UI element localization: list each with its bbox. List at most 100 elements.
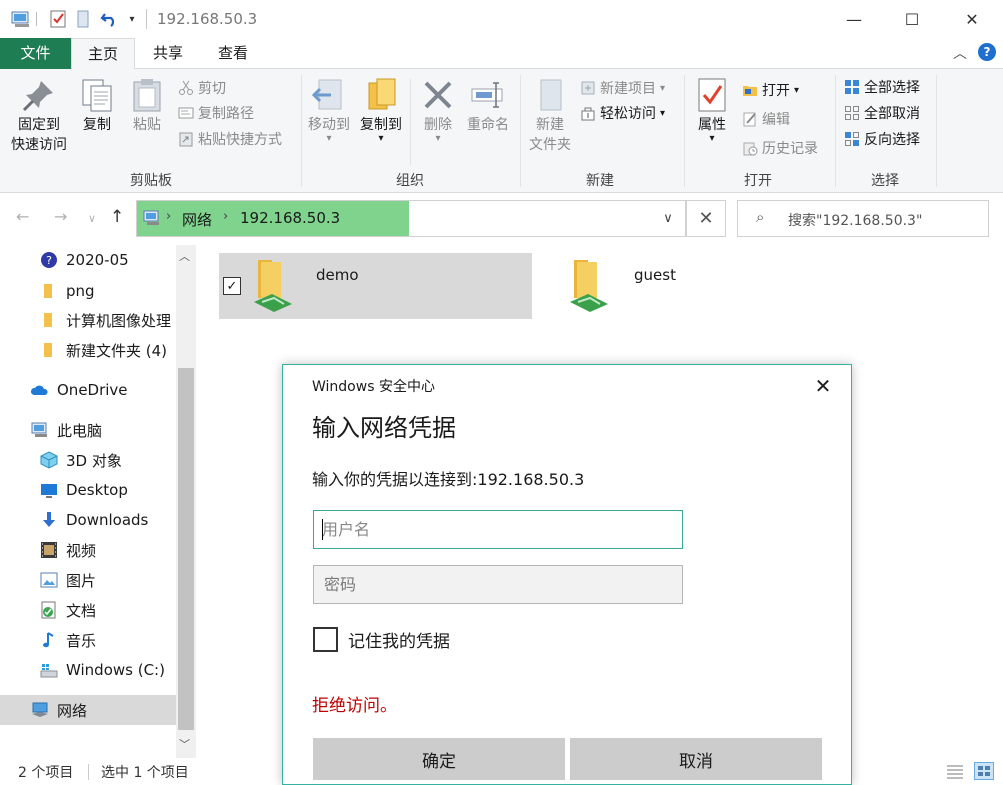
nav-item-network[interactable]: 网络 (0, 695, 176, 725)
ok-button[interactable]: 确定 (313, 738, 565, 780)
properties-icon (694, 77, 730, 113)
drive-icon (40, 661, 58, 679)
nav-item-2020-05[interactable]: ? 2020-05 (0, 245, 176, 275)
explorer-app-icon[interactable] (10, 9, 32, 29)
paste-shortcut-button[interactable]: 粘贴快捷方式 (178, 128, 282, 150)
desktop-icon (40, 481, 58, 499)
history-button[interactable]: 历史记录 (742, 137, 818, 159)
nav-item-downloads[interactable]: Downloads (0, 505, 176, 535)
delete-button[interactable]: 删除 ▾ (417, 77, 459, 144)
nav-item-windows-c[interactable]: Windows (C:) (0, 655, 176, 685)
open-label: 打开 (762, 83, 790, 99)
copy-to-button[interactable]: 复制到 ▾ (356, 77, 406, 144)
select-all-button[interactable]: 全部选择 (844, 76, 920, 98)
cancel-button[interactable]: 取消 (570, 738, 822, 780)
scroll-down-icon[interactable]: ﹀ (179, 736, 190, 752)
forward-arrow-icon[interactable]: → (54, 207, 67, 226)
new-folder-icon (532, 77, 568, 113)
back-arrow-icon[interactable]: ← (16, 207, 29, 226)
username-field[interactable] (313, 510, 683, 549)
nav-item-label: 网络 (57, 701, 88, 720)
scroll-up-icon[interactable]: ︿ (179, 248, 190, 264)
dialog-close-icon[interactable]: ✕ (808, 372, 838, 400)
group-separator (936, 75, 937, 187)
nav-item-new-folder-4[interactable]: 新建文件夹 (4) (0, 335, 176, 365)
item-label-guest[interactable]: guest (634, 266, 676, 284)
large-icons-view-icon[interactable] (974, 762, 994, 780)
pin-quick-access-button[interactable]: 固定到 快速访问 (6, 77, 72, 155)
select-none-icon (844, 105, 860, 121)
nav-item-label: 音乐 (66, 631, 97, 650)
address-clear-icon[interactable]: ✕ (686, 200, 726, 237)
text-caret (322, 519, 323, 540)
properties-quick-icon[interactable] (48, 9, 68, 29)
ribbon: 固定到 快速访问 复制 粘贴 剪切 复制路径 粘贴快捷方式 剪贴板 移动到 ▾ (0, 69, 1003, 193)
close-button[interactable]: ✕ (949, 0, 995, 38)
properties-button[interactable]: 属性 ▾ (690, 77, 734, 144)
nav-item-3d-objects[interactable]: 3D 对象 (0, 445, 176, 475)
nav-item-png[interactable]: png (0, 276, 176, 306)
rename-button[interactable]: 重命名 (463, 77, 513, 135)
search-box[interactable]: ⌕ 搜索"192.168.50.3" (737, 200, 989, 237)
nav-item-onedrive[interactable]: OneDrive (0, 375, 176, 405)
access-denied-error: 拒绝访问。 (312, 696, 397, 716)
nav-item-documents[interactable]: 文档 (0, 595, 176, 625)
copy-path-button[interactable]: 复制路径 (178, 102, 254, 124)
video-icon (40, 541, 58, 559)
maximize-button[interactable]: ☐ (889, 0, 935, 38)
new-folder-button[interactable]: 新建 文件夹 (525, 77, 575, 155)
breadcrumb-separator-icon: › (166, 209, 172, 224)
copy-button[interactable]: 复制 (76, 77, 118, 135)
edit-label: 编辑 (762, 112, 790, 128)
address-dropdown-icon[interactable]: ∨ (650, 200, 686, 237)
item-label-demo[interactable]: demo (316, 266, 359, 284)
select-none-button[interactable]: 全部取消 (844, 102, 920, 124)
easy-access-label: 轻松访问 (600, 106, 656, 122)
nav-item-videos[interactable]: 视频 (0, 535, 176, 565)
details-view-icon[interactable] (946, 763, 964, 779)
copy-path-label: 复制路径 (198, 106, 254, 122)
easy-access-button[interactable]: 轻松访问 ▾ (580, 102, 665, 124)
nav-item-music[interactable]: 音乐 (0, 625, 176, 655)
nav-item-label: 3D 对象 (66, 451, 122, 470)
new-item-button[interactable]: 新建项目 ▾ (580, 77, 665, 99)
tab-view[interactable]: 查看 (200, 38, 266, 69)
network-location-icon (142, 210, 162, 226)
cut-button[interactable]: 剪切 (178, 77, 226, 99)
item-checkbox[interactable]: ✓ (223, 277, 241, 295)
breadcrumb-network[interactable]: 网络 (182, 209, 212, 230)
nav-item-this-pc[interactable]: 此电脑 (0, 415, 176, 445)
edit-button[interactable]: 编辑 (742, 108, 790, 130)
delete-label: 删除 (424, 117, 452, 133)
music-icon (40, 631, 58, 649)
remember-credentials-checkbox[interactable] (313, 627, 338, 652)
recent-locations-icon[interactable]: ∨ (88, 212, 96, 225)
move-to-label: 移动到 (308, 117, 350, 133)
new-folder-label-2: 文件夹 (529, 137, 571, 153)
open-folder-icon (742, 82, 758, 98)
password-field[interactable] (313, 565, 683, 604)
scissors-icon (178, 80, 194, 96)
remember-credentials-label[interactable]: 记住我的凭据 (348, 627, 450, 652)
nav-item-image-processing[interactable]: 计算机图像处理 (0, 305, 176, 335)
help-icon[interactable]: ? (978, 43, 996, 61)
paste-button[interactable]: 粘贴 (126, 77, 168, 135)
tab-share[interactable]: 共享 (138, 38, 198, 69)
customize-toolbar-icon[interactable]: ▾ (125, 9, 139, 29)
move-to-button[interactable]: 移动到 ▾ (306, 77, 352, 144)
nav-scrollbar-thumb[interactable] (178, 368, 194, 730)
tab-home[interactable]: 主页 (71, 38, 135, 70)
nav-item-desktop[interactable]: Desktop (0, 475, 176, 505)
cloud-icon (31, 381, 49, 399)
collapse-ribbon-icon[interactable]: ︿ (953, 43, 967, 63)
tab-file[interactable]: 文件 (0, 38, 71, 69)
invert-selection-button[interactable]: 反向选择 (844, 128, 920, 150)
breadcrumb-host[interactable]: 192.168.50.3 (240, 209, 340, 227)
undo-icon[interactable] (99, 9, 119, 29)
open-button[interactable]: 打开 ▾ (742, 79, 799, 101)
minimize-button[interactable]: — (831, 0, 877, 38)
nav-item-pictures[interactable]: 图片 (0, 565, 176, 595)
up-arrow-icon[interactable]: ↑ (110, 207, 124, 227)
nav-item-label: png (66, 282, 95, 300)
new-folder-quick-icon[interactable] (75, 9, 91, 29)
